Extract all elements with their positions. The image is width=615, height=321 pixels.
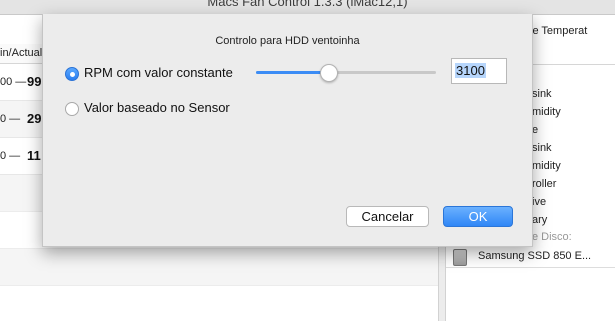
fan-current-rpm: 29 <box>27 111 42 126</box>
divider <box>446 267 615 268</box>
radio-constant-rpm[interactable] <box>65 67 79 81</box>
rpm-slider-track[interactable] <box>256 71 436 74</box>
fan-current-rpm: 11 <box>27 148 41 163</box>
sensor-item[interactable]: midity <box>532 160 561 172</box>
fan-current-rpm: 99 <box>27 74 42 89</box>
disk-sensor-item[interactable]: Samsung SSD 850 E... <box>478 250 591 262</box>
rpm-value-field[interactable]: 3100 <box>451 58 507 84</box>
empty-row <box>0 249 438 286</box>
sensor-item[interactable]: sink <box>532 142 552 154</box>
radio-sensor-based[interactable] <box>65 102 79 116</box>
hard-disk-icon <box>453 249 467 266</box>
fan-min-value: 0 — <box>0 113 21 125</box>
fan-min-value: 0 — <box>0 150 21 162</box>
window-title: Macs Fan Control 1.3.3 (iMac12,1) <box>207 0 408 9</box>
radio-constant-rpm-label[interactable]: RPM com valor constante <box>84 65 233 80</box>
fan-min-value: 00 — <box>0 76 27 88</box>
radio-sensor-based-label[interactable]: Valor baseado no Sensor <box>84 100 230 115</box>
window-titlebar: Macs Fan Control 1.3.3 (iMac12,1) <box>0 0 615 15</box>
fan-control-dialog: Controlo para HDD ventoinha RPM com valo… <box>42 14 533 247</box>
sensor-item[interactable]: roller <box>532 178 556 190</box>
rpm-slider-fill <box>256 71 328 74</box>
rpm-slider-thumb[interactable] <box>320 64 338 82</box>
ok-button[interactable]: OK <box>443 206 513 227</box>
fans-column-header-label: in/Actual <box>0 47 43 59</box>
sensor-item[interactable]: midity <box>532 106 561 118</box>
sensor-item[interactable]: ary <box>532 214 547 226</box>
sensor-item[interactable]: ive <box>532 196 546 208</box>
empty-row <box>0 286 438 321</box>
rpm-value-text: 3100 <box>455 63 486 78</box>
disk-group-label: e Disco: <box>532 231 572 243</box>
dialog-title: Controlo para HDD ventoinha <box>215 35 360 47</box>
cancel-button[interactable]: Cancelar <box>346 206 429 227</box>
sensor-item[interactable]: sink <box>532 88 552 100</box>
